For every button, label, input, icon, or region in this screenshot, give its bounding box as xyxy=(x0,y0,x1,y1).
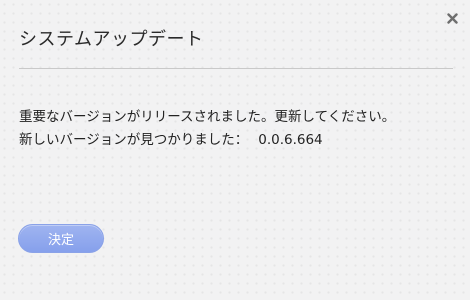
title-divider xyxy=(19,68,453,69)
update-message: 重要なバージョンがリリースされました。更新してください。 新しいバージョンが見つ… xyxy=(19,106,395,152)
confirm-button[interactable]: 決定 xyxy=(18,224,104,253)
dialog-title: システムアップデート xyxy=(19,29,204,50)
new-version-value: 0.0.6.664 xyxy=(258,132,323,148)
message-line-2: 新しいバージョンが見つかりました： 0.0.6.664 xyxy=(19,129,395,152)
close-button[interactable] xyxy=(443,9,461,27)
update-dialog: システムアップデート 重要なバージョンがリリースされました。更新してください。 … xyxy=(0,0,470,300)
new-version-label: 新しいバージョンが見つかりました： xyxy=(19,132,249,148)
message-line-1: 重要なバージョンがリリースされました。更新してください。 xyxy=(19,109,396,125)
close-icon xyxy=(446,12,458,24)
